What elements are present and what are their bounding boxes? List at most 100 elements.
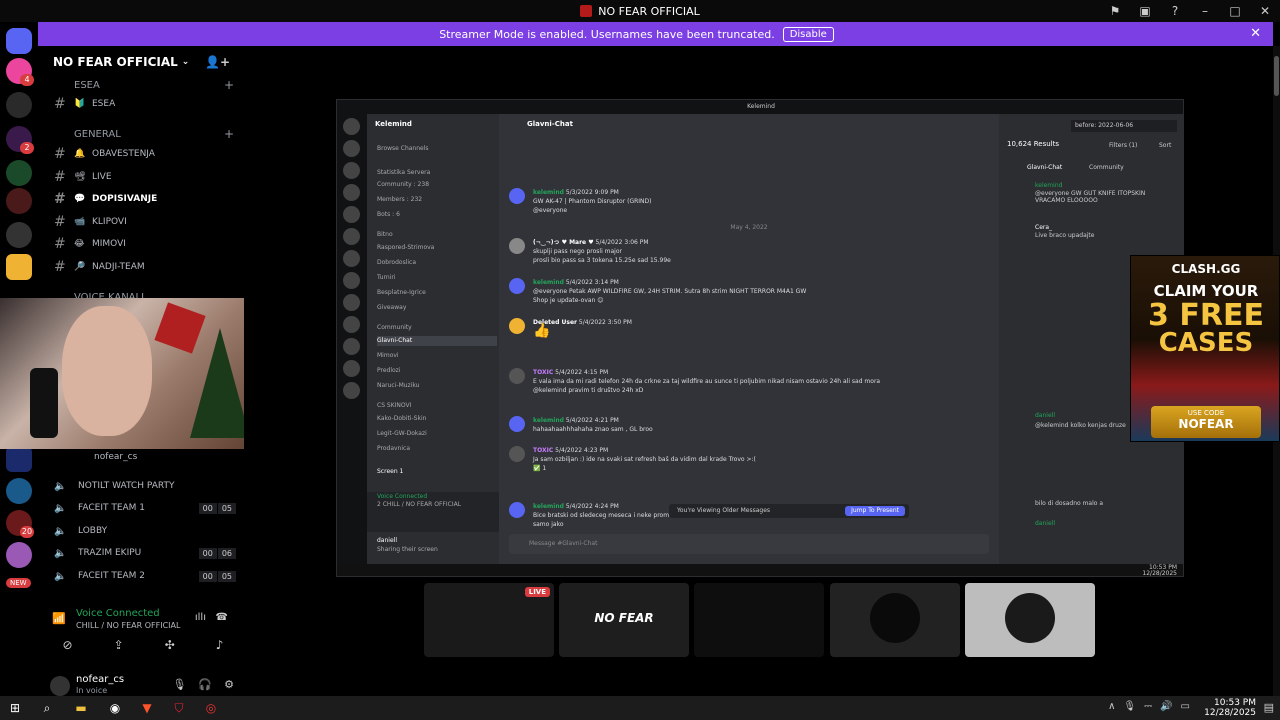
signal-icon[interactable]: 📶 [52, 612, 66, 625]
channel-emoji: 🔰 [74, 99, 86, 109]
help-icon[interactable]: ? [1160, 4, 1190, 18]
channel-obavestenja[interactable]: # 🔔 OBAVESTENJA [54, 144, 244, 164]
server-icon[interactable] [6, 478, 32, 504]
participant-tile-stream[interactable]: LIVE [424, 583, 554, 657]
ad-code-label: USE CODE [1187, 409, 1225, 417]
window-title: NO FEAR OFFICIAL [598, 4, 700, 18]
server-icon[interactable] [6, 92, 32, 118]
voice-status: Voice Connected [76, 608, 160, 619]
channel-emoji: 🔎 [74, 262, 86, 272]
channel-label: DOPISIVANJE [92, 194, 158, 204]
shared-channel: Predlozi [377, 367, 401, 374]
avatar[interactable] [50, 676, 70, 696]
live-badge: LIVE [524, 587, 550, 597]
microphone-icon[interactable]: 🎙 [1123, 701, 1136, 712]
minimize-button[interactable]: – [1190, 4, 1220, 18]
channel-vc-faceit-2[interactable]: 🔈 FACEIT TEAM 2 00 05 [54, 566, 244, 586]
browser-icon[interactable]: ◉ [104, 698, 126, 718]
participant-tile[interactable]: NO FEAR [559, 583, 689, 657]
result-text: bilo di dosadno malo a [1035, 500, 1104, 507]
channel-klipovi[interactable]: # 📹 KLIPOVI [54, 212, 244, 232]
channel-esea[interactable]: # 🔰 ESEA [54, 94, 244, 114]
server-icon[interactable] [6, 446, 32, 472]
server-icon[interactable] [6, 188, 32, 214]
headset-image [30, 368, 58, 438]
channel-dopisivanje[interactable]: # 💬 DOPISIVANJE [54, 189, 244, 209]
server-icon[interactable] [6, 160, 32, 186]
shared-channel: Bots : 6 [377, 211, 400, 218]
brave-icon[interactable]: ▼ [136, 698, 158, 718]
maximize-button[interactable]: □ [1220, 4, 1250, 18]
shield-icon[interactable]: ⛉ [168, 698, 190, 718]
screen-icon[interactable]: ▣ [1130, 4, 1160, 18]
voice-channel[interactable]: CHILL / NO FEAR OFFICIAL [76, 621, 180, 630]
clock[interactable]: 10:53 PM 12/28/2025 [1204, 698, 1256, 718]
activities-icon[interactable]: ✣ [165, 638, 175, 652]
channel-vc-lobby[interactable]: 🔈 LOBBY [54, 521, 244, 541]
close-banner-icon[interactable]: ✕ [1250, 26, 1261, 41]
search-icon[interactable]: ⌕ [36, 698, 58, 718]
shared-voice-panel: Voice Connected 2 CHILL / NO FEAR OFFICI… [367, 492, 499, 532]
notification-icon[interactable]: ▤ [1264, 701, 1274, 714]
start-icon[interactable]: ⊞ [4, 698, 26, 718]
app-icon[interactable]: ◎ [200, 698, 222, 718]
shared-screen: Kelemind Kelemind Browse Channels Statis… [336, 99, 1184, 577]
channel-nadji-team[interactable]: # 🔎 NADJI-TEAM [54, 257, 244, 277]
shared-channel: Community : 238 [377, 181, 430, 188]
sort-label: Sort [1159, 142, 1172, 149]
shared-channel: Prodavnica [377, 445, 410, 452]
channel-emoji: 💬 [74, 194, 86, 204]
shared-channel-list: Kelemind Browse Channels Statistika Serv… [367, 114, 499, 564]
disconnect-icon[interactable]: ☎ [216, 612, 228, 623]
add-channel-icon[interactable]: + [224, 127, 234, 141]
channel-vc-watch-party[interactable]: 🔈 NOTILT WATCH PARTY [54, 476, 244, 496]
add-channel-icon[interactable]: + [224, 78, 234, 92]
server-header[interactable]: NO FEAR OFFICIAL ⌄ 👤+ [42, 46, 244, 78]
headphones-icon[interactable]: 🎧 [198, 678, 212, 691]
shared-server-name: Kelemind [375, 120, 412, 128]
server-icon[interactable] [6, 542, 32, 568]
voice-member[interactable]: nofear_cs [94, 452, 137, 462]
user-controls: 🎙 🎧 ⚙ [172, 678, 234, 691]
noise-icon[interactable]: ıllı [195, 612, 206, 623]
channel-vc-faceit-1[interactable]: 🔈 FACEIT TEAM 1 00 05 [54, 498, 244, 518]
battery-icon[interactable]: ▭ [1181, 701, 1190, 712]
camera-off-icon[interactable]: ⊘ [63, 638, 73, 652]
participant-tile-selected[interactable] [965, 583, 1095, 657]
app-icon [580, 5, 593, 17]
disable-streamer-button[interactable]: Disable [782, 26, 834, 42]
share-screen-icon[interactable]: ⇪ [114, 638, 124, 652]
category-general[interactable]: GENERAL + [74, 127, 234, 141]
soundboard-icon[interactable]: ♪ [216, 638, 224, 652]
gear-icon[interactable]: ⚙ [224, 678, 234, 691]
folder-icon[interactable]: ▬ [70, 698, 92, 718]
channel-label: LOBBY [78, 526, 108, 536]
shared-channel: Turniri [377, 274, 396, 281]
category-esea[interactable]: ESEA + [74, 78, 234, 92]
volume-icon[interactable]: 🔊 [1160, 701, 1172, 712]
network-icon[interactable]: ⎓ [1144, 701, 1152, 712]
server-icon[interactable] [6, 222, 32, 248]
channel-vc-trazim[interactable]: 🔈 TRAZIM EKIPU 00 06 [54, 543, 244, 563]
inbox-icon[interactable]: ⚑ [1100, 4, 1130, 18]
shared-category: Community [377, 324, 412, 331]
channel-live[interactable]: # 📽 LIVE [54, 167, 244, 187]
shared-channel: Naruci-Muziku [377, 382, 420, 389]
shared-channel: Giveaway [377, 304, 407, 311]
scrollbar-thumb[interactable] [1274, 56, 1279, 96]
result-tag: Community [1089, 164, 1124, 171]
channel-label: LIVE [92, 172, 112, 182]
channel-label: KLIPOVI [92, 217, 127, 227]
user-name: nofear_cs [76, 674, 125, 685]
star-server-icon[interactable] [6, 254, 32, 280]
chevron-up-icon[interactable]: ∧ [1108, 701, 1115, 712]
shared-category: CS SKINOVI [377, 402, 412, 409]
invite-icon[interactable]: 👤+ [205, 55, 230, 69]
discord-home-icon[interactable] [6, 28, 32, 54]
close-window-button[interactable]: ✕ [1250, 4, 1280, 18]
shared-server-rail [337, 114, 367, 564]
microphone-icon[interactable]: 🎙 [172, 678, 186, 691]
participant-tile[interactable] [694, 583, 824, 657]
channel-mimovi[interactable]: # 😂 MIMOVI [54, 234, 244, 254]
participant-tile[interactable] [830, 583, 960, 657]
